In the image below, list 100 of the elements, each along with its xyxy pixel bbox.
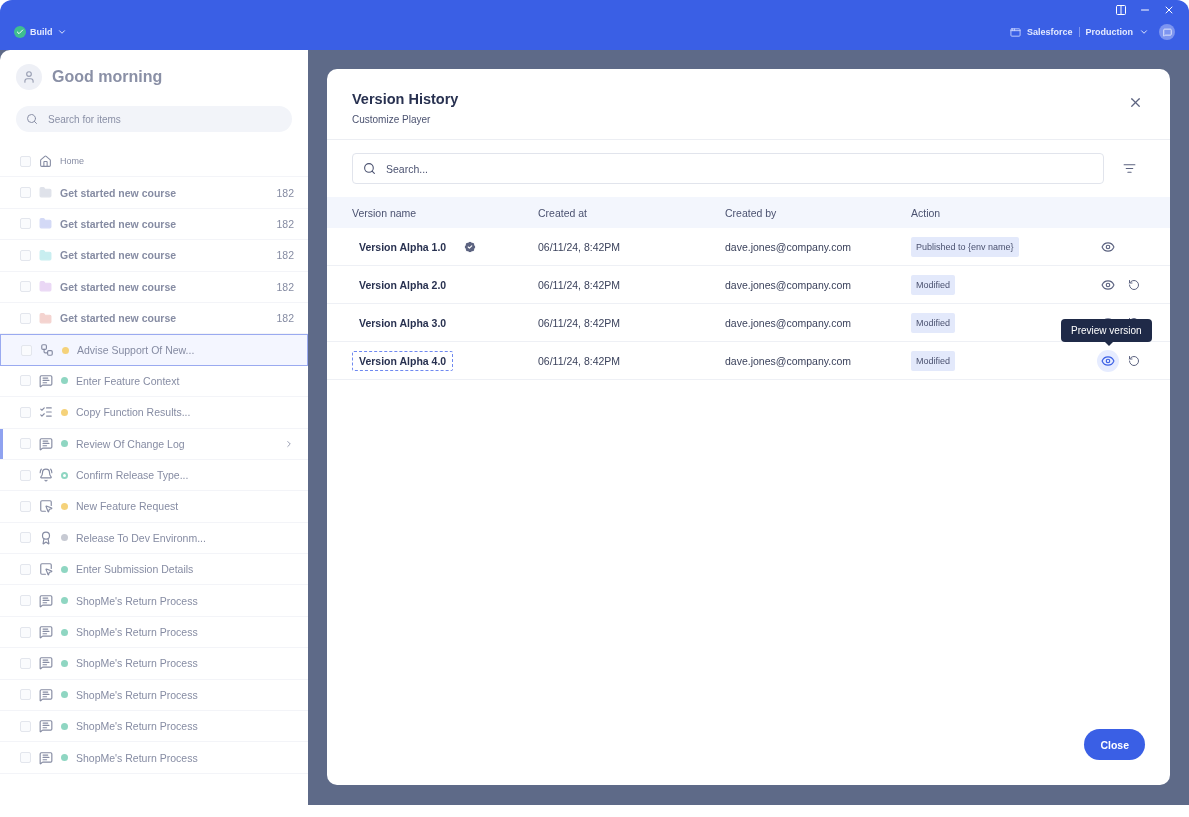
item-name: Review Of Change Log (76, 437, 186, 450)
platform-label[interactable]: Salesforce (1026, 27, 1073, 37)
checkbox[interactable] (20, 281, 31, 293)
item-count: 182 (276, 217, 294, 230)
item-count: 182 (276, 249, 294, 262)
checkbox[interactable] (20, 249, 31, 261)
item-name: ShopMe's Return Process (76, 688, 199, 701)
folder-name[interactable]: Get started new course (60, 312, 269, 325)
eye-icon[interactable] (1097, 349, 1119, 372)
sidebar-item[interactable]: Review Of Change Log (0, 428, 308, 460)
status-badge: Modified (911, 312, 956, 333)
folder-name[interactable]: Get started new course (60, 217, 269, 230)
search-icon (26, 113, 38, 125)
sidebar-item[interactable]: Enter Submission Details (0, 554, 308, 586)
item-name: Copy Function Results... (76, 406, 192, 419)
status-badge: Published to {env name} (911, 236, 1019, 257)
version-name[interactable]: Version Alpha 1.0 (352, 236, 454, 257)
sidebar-item[interactable]: ShopMe's Return Process (0, 711, 308, 743)
search-icon (363, 162, 376, 175)
home-item[interactable]: Home (60, 156, 294, 167)
award-icon (39, 530, 53, 545)
sidebar-item[interactable]: Advise Support Of New... (0, 334, 308, 366)
close-icon[interactable] (1163, 4, 1175, 16)
sidebar-item[interactable]: Enter Feature Context (0, 365, 308, 398)
item-name: Release To Dev Environm... (76, 531, 207, 544)
item-name: ShopMe's Return Process (76, 594, 199, 607)
search-input[interactable]: Search for items (46, 112, 282, 126)
item-name: Advise Support Of New... (77, 344, 196, 357)
column-header: Action (911, 206, 942, 219)
table-cell-text: dave.jones@company.com (725, 354, 853, 367)
checkbox[interactable] (20, 312, 31, 324)
sidebar-item[interactable]: Confirm Release Type... (0, 459, 308, 492)
folder-name[interactable]: Get started new course (60, 249, 269, 262)
checkbox[interactable] (20, 438, 31, 450)
sidebar-item[interactable]: ShopMe's Return Process (0, 742, 308, 774)
checkbox[interactable] (20, 469, 31, 481)
checkbox[interactable] (20, 187, 31, 199)
chevron-down-icon[interactable] (56, 27, 67, 37)
column-header: Created at (538, 206, 589, 219)
search-field[interactable]: Search... (352, 153, 1104, 184)
message-icon (39, 750, 53, 765)
chevron-down-icon[interactable] (1139, 27, 1149, 37)
panel-icon[interactable] (1115, 4, 1127, 16)
pointer-icon (39, 499, 53, 514)
sidebar-item[interactable]: New Feature Request (0, 491, 308, 523)
checkbox[interactable] (20, 689, 31, 701)
greeting: Good morning (52, 68, 163, 86)
checkbox[interactable] (20, 406, 31, 418)
message-icon (39, 687, 53, 702)
mode-label[interactable]: Build (30, 27, 53, 37)
item-name: Confirm Release Type... (76, 469, 190, 482)
status-badge: Modified (911, 274, 956, 295)
checkbox[interactable] (20, 155, 31, 167)
folder-name[interactable]: Get started new course (60, 186, 269, 199)
checkbox[interactable] (20, 657, 31, 669)
avatar-icon (16, 64, 42, 90)
dialog-subtitle: Customize Player (352, 114, 432, 125)
item-count: 182 (276, 312, 294, 325)
item-name: ShopMe's Return Process (76, 751, 199, 764)
checkbox[interactable] (20, 501, 31, 512)
item-name: Enter Feature Context (76, 374, 181, 387)
version-name[interactable]: Version Alpha 4.0 (352, 350, 454, 371)
app-icon (1009, 26, 1021, 38)
sidebar-item[interactable]: ShopMe's Return Process (0, 648, 308, 680)
chevron-right-icon[interactable] (284, 438, 294, 449)
table-cell-text: 06/11/24, 8:42PM (538, 354, 622, 367)
chat-icon[interactable] (1159, 24, 1175, 40)
sidebar-item[interactable]: Copy Function Results... (0, 397, 308, 429)
checkbox[interactable] (20, 532, 31, 544)
table-cell-text: 06/11/24, 8:42PM (538, 316, 622, 329)
table-cell-text: dave.jones@company.com (725, 316, 853, 329)
checkbox[interactable] (20, 595, 31, 607)
sidebar-item[interactable]: ShopMe's Return Process (0, 616, 308, 649)
version-name[interactable]: Version Alpha 2.0 (352, 274, 454, 295)
column-header: Created by (725, 206, 778, 219)
item-count: 182 (276, 186, 294, 199)
version-name[interactable]: Version Alpha 3.0 (352, 312, 454, 333)
column-header: Version name (352, 206, 418, 219)
checkbox[interactable] (20, 218, 31, 230)
item-name: Enter Submission Details (76, 563, 195, 576)
sidebar-item[interactable]: ShopMe's Return Process (0, 585, 308, 617)
search-field[interactable]: Search for items (16, 106, 292, 132)
checkbox[interactable] (20, 720, 31, 732)
folder-name[interactable]: Get started new course (60, 280, 269, 293)
sidebar-item[interactable]: Release To Dev Environm... (0, 522, 308, 555)
message-icon (39, 436, 53, 451)
checkbox[interactable] (20, 626, 31, 638)
checkbox[interactable] (20, 563, 31, 575)
item-name: ShopMe's Return Process (76, 657, 199, 670)
checkbox[interactable] (20, 375, 31, 387)
message-icon (39, 656, 53, 671)
close-button[interactable]: Close (1084, 729, 1145, 760)
message-icon (39, 719, 53, 734)
dialog-title: Version History (352, 91, 459, 107)
table-cell-text: 06/11/24, 8:42PM (538, 240, 622, 253)
table-cell-text: dave.jones@company.com (725, 278, 853, 291)
environment-label[interactable]: Production (1085, 27, 1133, 37)
checkbox[interactable] (20, 752, 31, 764)
table-cell-text: dave.jones@company.com (725, 240, 853, 253)
sidebar-item[interactable]: ShopMe's Return Process (0, 679, 308, 712)
